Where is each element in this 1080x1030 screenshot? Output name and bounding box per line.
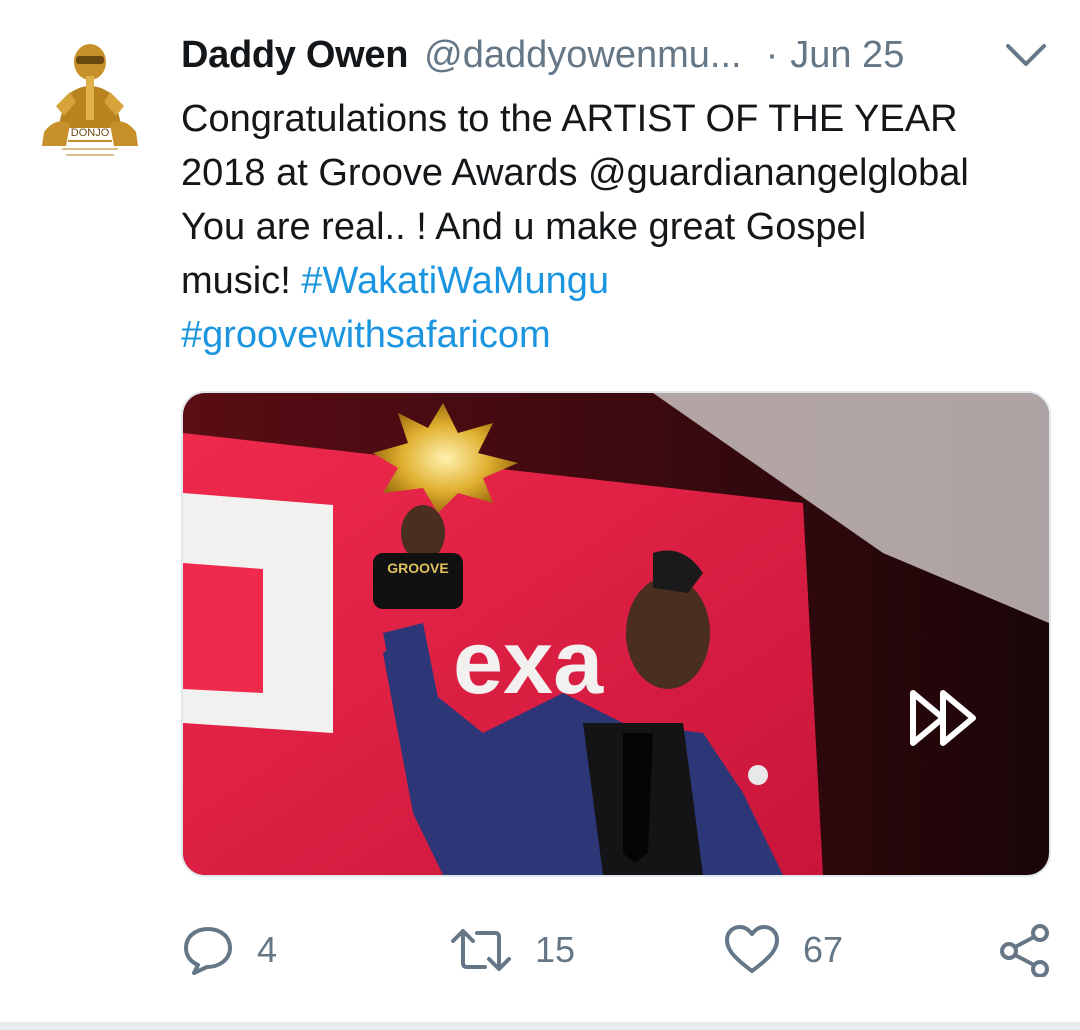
tweet-header: Daddy Owen @daddyowenmu... · Jun 25 xyxy=(181,30,1061,80)
tweet-text-segment: Congratulations to the ARTIST OF THE YEA… xyxy=(181,98,958,140)
tweet-text-segment: You are real.. ! And u make great Gospel xyxy=(181,206,867,248)
tweet-text-segment: 2018 at Groove Awards @guardianangelglob… xyxy=(181,152,969,194)
tweet-text-line: #groovewithsafaricom xyxy=(181,308,1061,362)
tweet[interactable]: DONJO Daddy Owen @daddyowenmu... · Jun 2… xyxy=(0,0,1080,1030)
screen-text: exa xyxy=(453,613,604,713)
retweet-button[interactable]: 15 xyxy=(449,920,575,980)
tweet-actions: 4 15 67 xyxy=(181,920,1061,980)
chevron-down-icon[interactable] xyxy=(1004,40,1048,70)
tweet-date[interactable]: Jun 25 xyxy=(790,34,904,77)
like-button[interactable]: 67 xyxy=(723,920,843,980)
avatar[interactable]: DONJO xyxy=(36,36,144,166)
share-icon xyxy=(998,923,1052,977)
user-handle[interactable]: @daddyowenmu... xyxy=(424,34,741,77)
tweet-text-segment: music! xyxy=(181,260,302,302)
tweet-text-line: Congratulations to the ARTIST OF THE YEA… xyxy=(181,92,1061,146)
tweet-divider xyxy=(0,1022,1080,1030)
retweet-count: 15 xyxy=(535,929,576,970)
tweet-text-line: You are real.. ! And u make great Gospel xyxy=(181,200,1061,254)
tweet-text-line: music! #WakatiWaMungu xyxy=(181,254,1061,308)
retweet-icon xyxy=(449,923,513,977)
tweet-text-line: 2018 at Groove Awards @guardianangelglob… xyxy=(181,146,1061,200)
reply-count: 4 xyxy=(257,929,278,970)
display-name[interactable]: Daddy Owen xyxy=(181,34,408,77)
avatar-text: DONJO xyxy=(71,127,110,139)
share-button[interactable] xyxy=(998,920,1052,980)
heart-icon xyxy=(723,923,781,977)
separator-dot: · xyxy=(765,33,779,76)
tweet-photo[interactable]: exa GROOVE xyxy=(181,391,1051,877)
reply-icon xyxy=(181,923,235,977)
trophy-label: GROOVE xyxy=(387,560,448,576)
hashtag-link[interactable]: #groovewithsafaricom xyxy=(181,314,551,356)
tweet-text: Congratulations to the ARTIST OF THE YEA… xyxy=(181,92,1061,362)
like-count: 67 xyxy=(803,929,844,970)
hashtag-link[interactable]: #WakatiWaMungu xyxy=(301,260,609,302)
reply-button[interactable]: 4 xyxy=(181,920,277,980)
